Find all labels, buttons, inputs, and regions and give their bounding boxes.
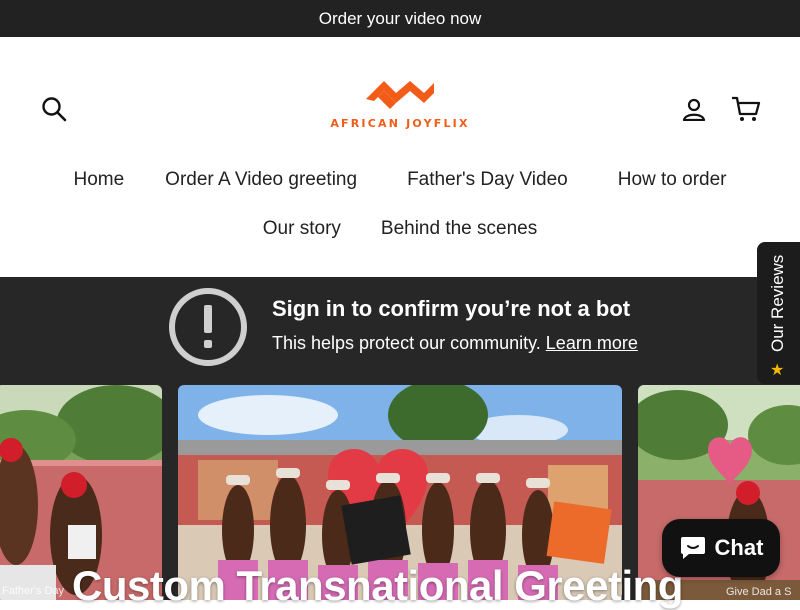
star-icon: ★ bbox=[770, 362, 785, 379]
nav-order-video[interactable]: Order A Video greeting bbox=[145, 169, 387, 191]
nav-fathers-day[interactable]: Father's Day Video bbox=[387, 169, 598, 191]
hero-title: Custom Transnational Greeting bbox=[72, 562, 683, 609]
reviews-tab[interactable]: Our Reviews ★ bbox=[757, 242, 800, 384]
left-slide-caption: Father's Day bbox=[2, 585, 65, 597]
right-slide-caption: Give Dad a S bbox=[726, 586, 792, 598]
announcement-text[interactable]: Order your video now bbox=[319, 9, 482, 29]
nav-our-story[interactable]: Our story bbox=[243, 218, 361, 240]
logo-text: AFRICAN JOYFLIX bbox=[330, 117, 470, 130]
bot-check-banner bbox=[0, 277, 800, 385]
bot-check-title: Sign in to confirm you’re not a bot bbox=[272, 296, 631, 321]
learn-more-link[interactable]: Learn more bbox=[546, 333, 638, 353]
main-nav-row-1: Home Order A Video greeting Father's Day… bbox=[0, 169, 800, 191]
cart-button[interactable] bbox=[728, 92, 764, 126]
site-logo[interactable]: AFRICAN JOYFLIX bbox=[320, 75, 480, 141]
announcement-bar[interactable]: Order your video now bbox=[0, 0, 800, 37]
chat-bubble-icon bbox=[680, 537, 705, 559]
user-icon bbox=[682, 98, 706, 121]
nav-behind-scenes[interactable]: Behind the scenes bbox=[361, 218, 557, 240]
site-header: AFRICAN JOYFLIX Home Order A Video greet… bbox=[0, 37, 800, 277]
search-button[interactable] bbox=[38, 93, 70, 125]
cart-icon bbox=[732, 96, 761, 121]
chat-button[interactable]: Chat bbox=[662, 519, 780, 577]
account-button[interactable] bbox=[678, 93, 710, 125]
reviews-tab-label: Our Reviews bbox=[768, 254, 787, 352]
chat-label: Chat bbox=[714, 535, 764, 560]
search-icon bbox=[42, 97, 67, 122]
alert-icon bbox=[169, 288, 247, 366]
bot-check-text: This helps protect our community. bbox=[272, 333, 541, 353]
nav-home[interactable]: Home bbox=[53, 169, 145, 191]
bot-check-message: This helps protect our community. Learn … bbox=[272, 333, 638, 354]
logo-mark-icon bbox=[366, 81, 434, 109]
main-nav-row-2: Our story Behind the scenes bbox=[0, 218, 800, 240]
nav-how-to-order[interactable]: How to order bbox=[598, 169, 747, 191]
